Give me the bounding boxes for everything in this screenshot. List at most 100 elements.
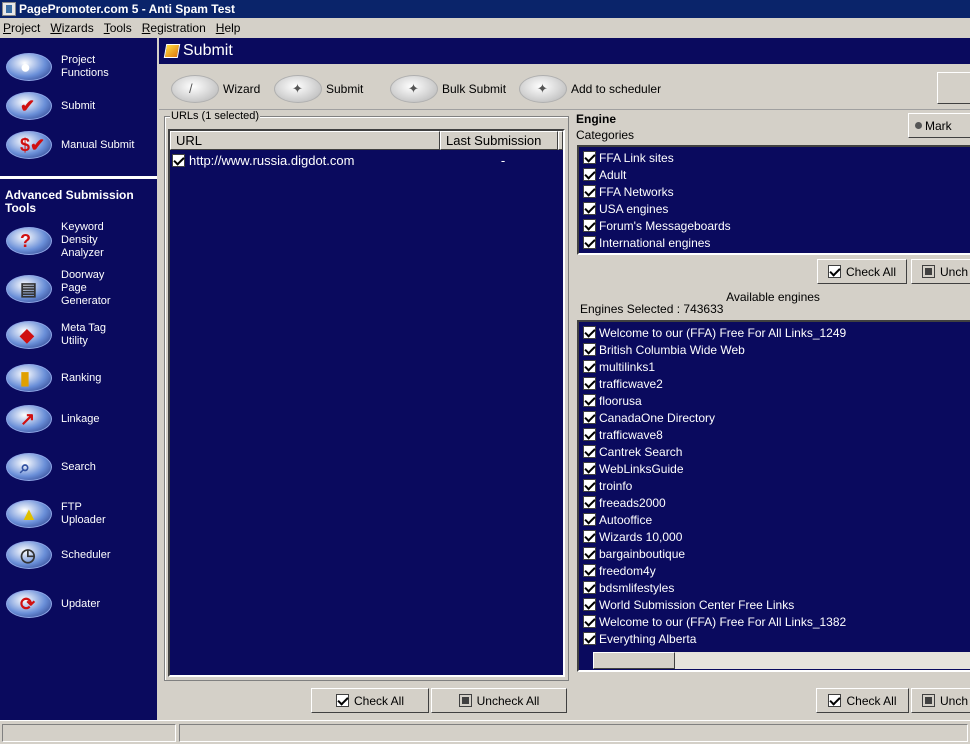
list-item[interactable]: Adult [583,166,626,183]
category-checkbox[interactable] [583,202,596,215]
list-item[interactable]: British Columbia Wide Web [583,341,745,358]
engine-label: Autooffice [599,512,653,527]
list-item[interactable]: CanadaOne Directory [583,409,715,426]
url-check-all-button[interactable]: Check All [311,688,429,713]
list-item[interactable]: multilinks1 [583,358,655,375]
sidebar-item-ranking[interactable]: ▮ Ranking [0,360,157,396]
toolbar-extra-button[interactable] [937,72,970,104]
engine-checkbox[interactable] [583,394,596,407]
sidebar-item-project-functions[interactable]: ● Project Functions [0,49,157,85]
engine-checkbox[interactable] [583,615,596,628]
sidebar-item-submit[interactable]: ✔ Submit [0,88,157,124]
engines-check-all-button[interactable]: Check All [816,688,909,713]
list-item[interactable]: trafficwave8 [583,426,663,443]
list-item[interactable]: Forum's Messageboards [583,217,731,234]
engines-uncheck-button[interactable]: Unch [911,688,970,713]
list-item[interactable]: International engines [583,234,710,251]
wizard-button[interactable]: / Wizard [171,74,260,104]
sidebar-item-search[interactable]: ⌕ Search [0,449,157,485]
list-item[interactable]: USA engines [583,200,668,217]
category-checkbox[interactable] [583,236,596,249]
engine-checkbox[interactable] [583,479,596,492]
sidebar-item-updater[interactable]: ⟳ Updater [0,586,157,622]
list-item[interactable]: Welcome to our (FFA) Free For All Links_… [583,324,846,341]
engine-checkbox[interactable] [583,496,596,509]
list-item[interactable]: trafficwave2 [583,375,663,392]
sidebar-item-manual-submit[interactable]: $✔ Manual Submit [0,127,157,163]
categories-check-all-button[interactable]: Check All [817,259,907,284]
engine-checkbox[interactable] [583,428,596,441]
categories-list[interactable]: FFA Link sites Adult FFA Networks USA engin… [577,145,970,255]
engine-checkbox[interactable] [583,462,596,475]
list-item[interactable]: WebLinksGuide [583,460,684,477]
urls-group-label: URLs (1 selected) [170,110,261,122]
engine-checkbox[interactable] [583,632,596,645]
engine-checkbox[interactable] [583,547,596,560]
menu-tools[interactable]: Tools [104,21,132,35]
sidebar-item-meta-tag[interactable]: ◆ Meta Tag Utility [0,317,157,353]
engine-checkbox[interactable] [583,326,596,339]
wand-icon: / [171,75,219,103]
category-checkbox[interactable] [583,185,596,198]
engine-checkbox[interactable] [583,445,596,458]
list-item[interactable]: FFA Link sites [583,149,674,166]
category-checkbox[interactable] [583,151,596,164]
submit-button[interactable]: ✦ Submit [274,74,363,104]
category-checkbox[interactable] [583,253,596,255]
engine-checkbox[interactable] [583,564,596,577]
engine-checkbox[interactable] [583,513,596,526]
menu-wizards[interactable]: Wizards [50,21,93,35]
list-item[interactable]: World Submission Center Free Links [583,596,794,613]
engine-checkbox[interactable] [583,360,596,373]
categories-uncheck-button[interactable]: Unch [911,259,970,284]
list-item[interactable]: freeads2000 [583,494,666,511]
menu-registration[interactable]: Registration [142,21,206,35]
engines-list[interactable]: Welcome to our (FFA) Free For All Links_… [577,320,970,672]
list-item[interactable]: bdsmlifestyles [583,579,674,596]
sidebar-divider [0,176,157,179]
sidebar-item-ftp-uploader[interactable]: ▲ FTP Uploader [0,496,157,532]
sidebar-item-label: Ranking [61,371,102,384]
url-checkbox[interactable] [172,154,185,167]
list-item[interactable]: Autooffice [583,511,652,528]
ftp-uploader-icon: ▲ [6,496,54,532]
mark-label: Mark [925,118,952,133]
list-item[interactable]: freedom4y [583,562,656,579]
url-column-header[interactable]: URL [170,131,440,150]
add-to-scheduler-button[interactable]: ✦ Add to scheduler [519,74,661,104]
engine-label: World Submission Center Free Links [599,597,795,612]
list-item[interactable]: Welcome to our (FFA) Free For All Links_… [583,613,846,630]
list-item[interactable]: Wizards 10,000 [583,528,682,545]
url-table[interactable]: URL Last Submission http://www.russia.di… [168,129,565,677]
mark-button[interactable]: Mark [908,113,970,138]
list-item[interactable]: floorusa [583,392,642,409]
list-item[interactable]: Everything Alberta [583,630,696,647]
engine-label: freedom4y [599,563,656,578]
sidebar-item-linkage[interactable]: ↗ Linkage [0,401,157,437]
category-checkbox[interactable] [583,219,596,232]
menu-project[interactable]: Project [3,21,40,35]
engine-checkbox[interactable] [583,343,596,356]
list-item[interactable]: Cantrek Search [583,443,682,460]
engines-horizontal-scrollbar[interactable] [593,652,970,669]
engine-checkbox[interactable] [583,598,596,611]
sidebar-item-scheduler[interactable]: ◷ Scheduler [0,537,157,573]
bulk-submit-button[interactable]: ✦ Bulk Submit [390,74,506,104]
engine-checkbox[interactable] [583,377,596,390]
engine-checkbox[interactable] [583,530,596,543]
last-submission-column-header[interactable]: Last Submission [440,131,558,150]
category-checkbox[interactable] [583,168,596,181]
scrollbar-thumb[interactable] [593,652,675,669]
sidebar-item-keyword-density[interactable]: ? Keyword Density Analyzer [0,221,157,260]
engine-checkbox[interactable] [583,411,596,424]
list-item-partial[interactable] [583,251,599,255]
engines-selected-count: Engines Selected : 743633 [580,302,724,316]
engine-checkbox[interactable] [583,581,596,594]
table-row[interactable]: http://www.russia.digdot.com - [172,152,562,169]
list-item[interactable]: FFA Networks [583,183,674,200]
sidebar-item-doorway-page[interactable]: ▤ Doorway Page Generator [0,269,157,308]
list-item[interactable]: bargainboutique [583,545,685,562]
list-item[interactable]: troinfo [583,477,632,494]
url-uncheck-all-button[interactable]: Uncheck All [431,688,567,713]
menu-help[interactable]: Help [216,21,241,35]
